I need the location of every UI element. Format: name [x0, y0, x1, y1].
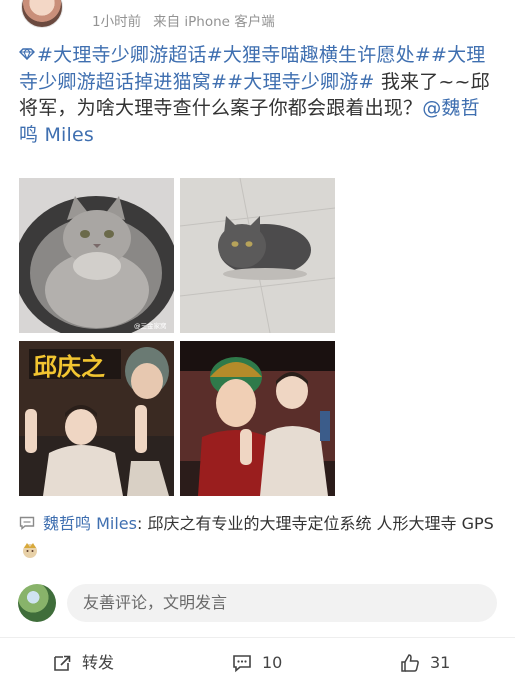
reply-row: 友善评论，文明发言	[0, 580, 515, 626]
post-meta: 1小时前 来自 iPhone 客户端	[92, 10, 275, 30]
author-avatar[interactable]	[21, 0, 63, 28]
post-source[interactable]: 来自 iPhone 客户端	[153, 14, 275, 30]
thumbs-up-icon	[401, 654, 419, 672]
diamond-icon	[19, 48, 35, 60]
comment-bubble-icon	[19, 516, 35, 530]
repost-icon	[54, 655, 71, 671]
poster-photo-1[interactable]: 邱庆之	[19, 341, 174, 496]
comment-text: : 邱庆之有专业的大理寺定位系统 人形大理寺 GPS	[136, 514, 494, 533]
comment-icon	[233, 655, 251, 673]
action-bar: 转发 10 31	[0, 637, 515, 686]
like-count: 31	[430, 653, 451, 672]
poster-photo-2[interactable]	[180, 341, 335, 496]
post-header: 1小时前 来自 iPhone 客户端	[0, 0, 515, 38]
image-watermark: @三金家窝	[134, 321, 167, 330]
comment-preview[interactable]: 魏哲鸣 Miles: 邱庆之有专业的大理寺定位系统 人形大理寺 GPS	[19, 510, 497, 564]
comment-count: 10	[262, 653, 283, 672]
cat-photo-2[interactable]	[180, 178, 335, 333]
user-avatar[interactable]	[18, 584, 56, 622]
image-grid: @三金家窝 邱庆之	[19, 178, 335, 496]
repost-button[interactable]: 转发	[52, 652, 114, 674]
post-body: #大理寺少卿游超话#大狸寺喵趣横生许愿处##大理寺少卿游超话掉进猫窝##大理寺少…	[19, 42, 497, 148]
topic-label-1: #大理寺少卿游超话	[37, 44, 207, 66]
post-time: 1小时前	[92, 14, 142, 30]
repost-label: 转发	[82, 653, 115, 672]
like-button[interactable]: 31	[400, 652, 450, 674]
comment-author[interactable]: 魏哲鸣 Miles	[43, 514, 137, 533]
topic-link-1[interactable]: #大理寺少卿游超话	[19, 44, 207, 66]
topic-link-4[interactable]: #大理寺少卿游#	[227, 71, 374, 93]
poster-title: 邱庆之	[33, 353, 105, 381]
comment-button[interactable]: 10	[232, 652, 282, 674]
emoji-icon	[23, 543, 37, 558]
topic-link-2[interactable]: #大狸寺喵趣横生许愿处#	[207, 44, 431, 66]
cat-photo-1[interactable]: @三金家窝	[19, 178, 174, 333]
comment-input[interactable]: 友善评论，文明发言	[67, 584, 497, 622]
